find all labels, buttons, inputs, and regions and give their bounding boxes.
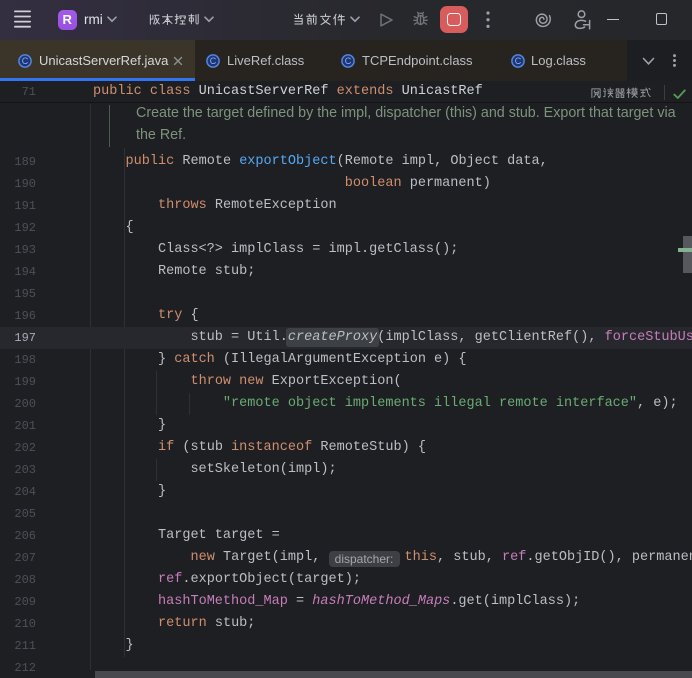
svg-text:C: C bbox=[210, 56, 217, 66]
svg-text:C: C bbox=[345, 56, 352, 66]
svg-text:C: C bbox=[22, 56, 29, 66]
svg-text:C: C bbox=[515, 56, 522, 66]
